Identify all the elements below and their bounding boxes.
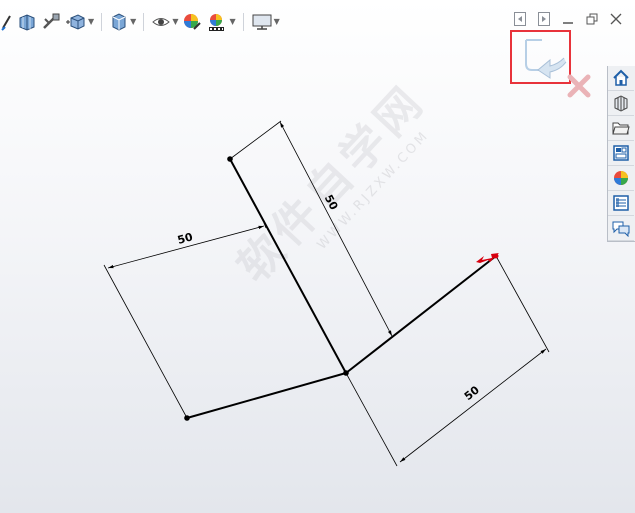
sketch-canvas[interactable]: 50 50 50 [0, 0, 635, 513]
dimension-bottom-right[interactable]: 50 [345, 255, 550, 467]
dimension-value-top-left[interactable]: 50 [176, 230, 194, 247]
extension-line [103, 264, 188, 419]
extension-line [345, 372, 398, 467]
sketch-line[interactable] [345, 255, 497, 374]
sketch-line[interactable] [186, 372, 347, 419]
sketch-endpoint-selected[interactable] [493, 253, 499, 259]
dimension-top-left[interactable]: 50 [103, 222, 267, 419]
dimension-top-center[interactable]: 50 [229, 120, 397, 374]
extension-line [495, 255, 550, 353]
sketch-geometry[interactable] [184, 156, 497, 421]
sketch-endpoint[interactable] [227, 156, 233, 162]
dimension-line [399, 348, 547, 463]
sketch-endpoint[interactable] [343, 370, 349, 376]
dimension-line [279, 121, 393, 337]
sketch-line[interactable] [229, 158, 347, 374]
sketch-endpoint[interactable] [184, 415, 190, 421]
extension-line [229, 120, 282, 160]
dimension-value-bottom-right[interactable]: 50 [462, 383, 482, 403]
dimension-value-top-center[interactable]: 50 [322, 193, 341, 213]
